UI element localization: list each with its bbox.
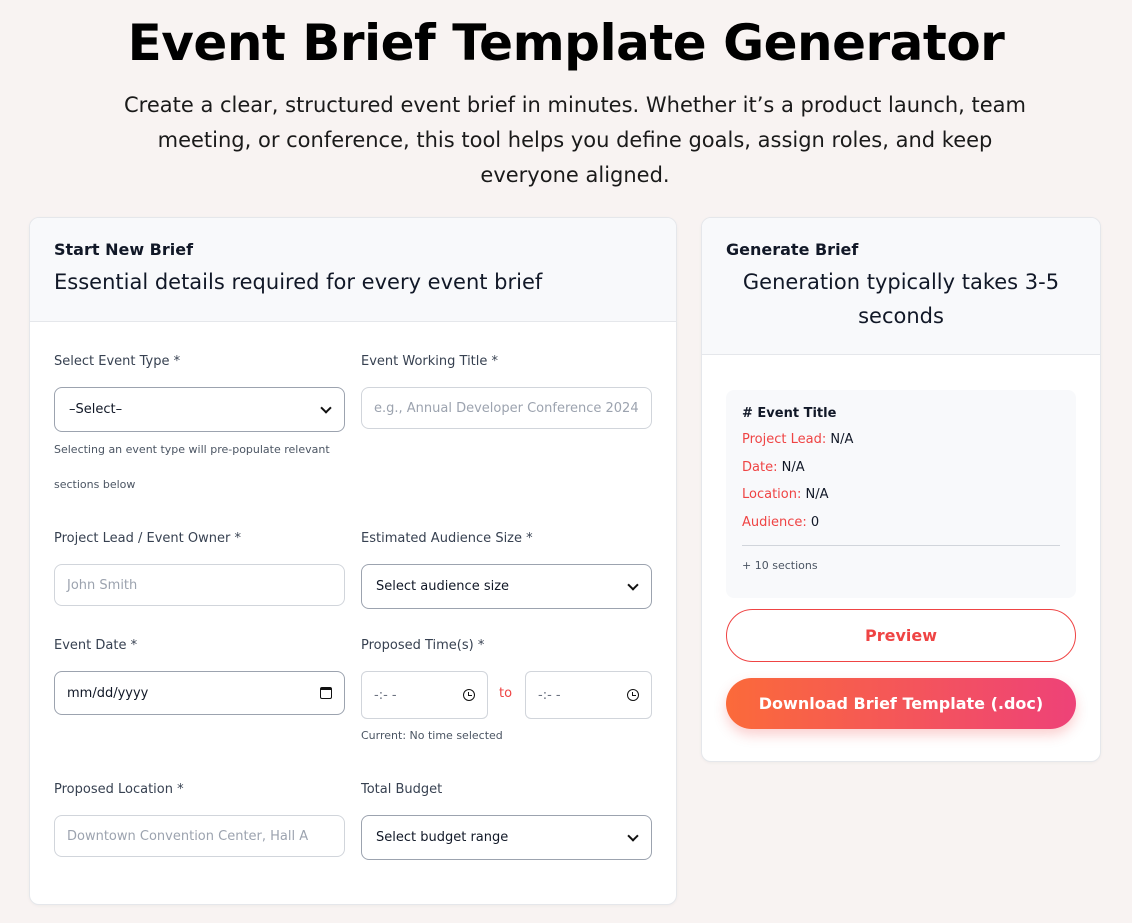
event-type-help: Selecting an event type will pre-populat… [54, 443, 330, 491]
audience-size-label: Estimated Audience Size * [361, 531, 533, 546]
preview-value: N/A [781, 459, 805, 475]
start-brief-title: Start New Brief [54, 240, 194, 259]
preview-row: Date: N/A [742, 459, 1060, 477]
preview-row: Audience: 0 [742, 514, 1060, 532]
event-date-input[interactable]: mm/dd/yyyy [54, 671, 345, 715]
preview-more-sections: + 10 sections [742, 559, 818, 572]
preview-button[interactable]: Preview [726, 609, 1076, 662]
start-brief-card: Start New Brief Essential details requir… [29, 217, 677, 905]
preview-row: Project Lead: N/A [742, 431, 1060, 449]
brief-preview: # Event Title Project Lead: N/A Date: N/… [726, 390, 1076, 598]
proposed-times-label: Proposed Time(s) * [361, 638, 485, 653]
budget-label: Total Budget [361, 782, 443, 797]
clock-icon [463, 689, 475, 701]
time-separator: to [499, 686, 513, 701]
location-input[interactable]: Downtown Convention Center, Hall A [54, 815, 345, 857]
start-time-value: -:- - [374, 687, 397, 703]
project-lead-label: Project Lead / Event Owner * [54, 531, 241, 546]
preview-heading: # Event Title [742, 406, 837, 421]
chevron-down-icon [320, 401, 332, 414]
start-brief-description: Essential details required for every eve… [54, 270, 543, 294]
audience-size-value: Select audience size [376, 579, 510, 594]
end-time-value: -:- - [538, 687, 561, 703]
preview-divider [742, 545, 1060, 546]
chevron-down-icon [627, 829, 639, 842]
location-label: Proposed Location * [54, 782, 184, 797]
generate-brief-card: Generate Brief Generation typically take… [701, 217, 1101, 762]
current-time-note: Current: No time selected [361, 729, 503, 742]
budget-select[interactable]: Select budget range [361, 815, 652, 860]
working-title-label: Event Working Title * [361, 354, 499, 369]
preview-value: N/A [830, 432, 854, 447]
event-date-value: mm/dd/yyyy [67, 685, 149, 701]
generate-brief-title: Generate Brief [726, 240, 859, 259]
event-type-select[interactable]: –Select– [54, 387, 345, 432]
preview-key: Project Lead: [742, 432, 827, 447]
preview-value: 0 [810, 514, 820, 530]
preview-key: Audience: [742, 514, 807, 530]
event-date-label: Event Date * [54, 638, 138, 653]
event-type-value: –Select– [69, 402, 123, 417]
preview-key: Date: [742, 459, 778, 475]
project-lead-input[interactable]: John Smith [54, 564, 345, 606]
audience-size-select[interactable]: Select audience size [361, 564, 652, 609]
preview-value: N/A [805, 487, 829, 502]
event-type-label: Select Event Type * [54, 354, 181, 369]
start-time-input[interactable]: -:- - [361, 671, 488, 719]
budget-value: Select budget range [376, 830, 509, 845]
preview-key: Location: [742, 487, 802, 502]
page-subtitle: Create a clear, structured event brief i… [123, 93, 1027, 187]
chevron-down-icon [627, 578, 639, 591]
clock-icon [627, 689, 639, 701]
generate-brief-description: Generation typically takes 3-5 seconds [742, 270, 1060, 328]
generate-brief-header: Generate Brief Generation typically take… [702, 218, 1100, 355]
download-button[interactable]: Download Brief Template (.doc) [726, 678, 1076, 729]
working-title-input[interactable]: e.g., Annual Developer Conference 2024 [361, 387, 652, 429]
page-title: Event Brief Template Generator [127, 14, 1005, 72]
calendar-icon [320, 687, 332, 699]
start-brief-header: Start New Brief Essential details requir… [30, 218, 676, 322]
preview-row: Location: N/A [742, 486, 1060, 504]
end-time-input[interactable]: -:- - [525, 671, 652, 719]
